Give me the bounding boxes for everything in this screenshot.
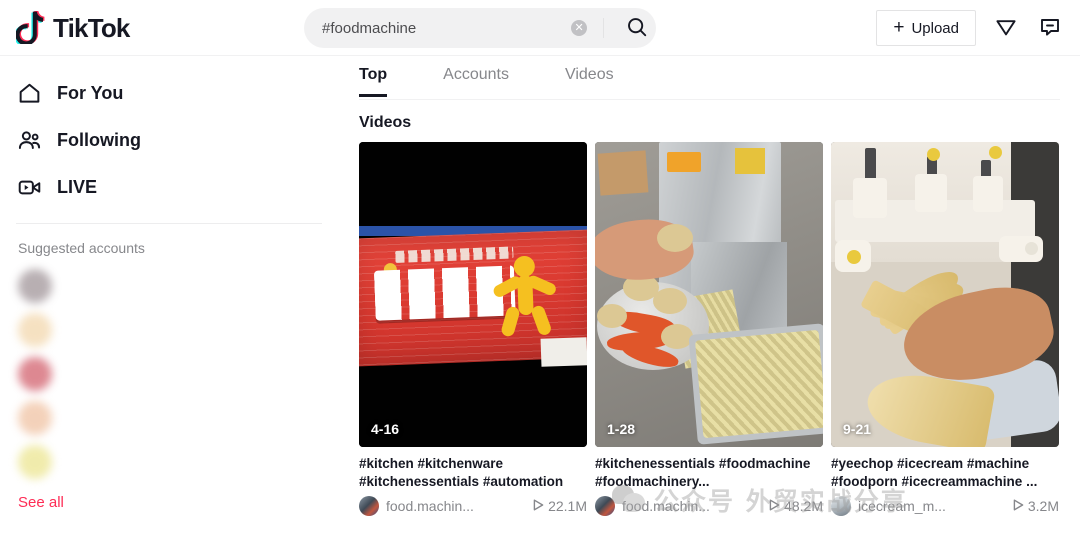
avatar <box>18 313 52 347</box>
avatar[interactable] <box>359 496 379 516</box>
video-views: 48.2M <box>769 498 823 514</box>
video-views: 22.1M <box>533 498 587 514</box>
video-caption: #kitchen #kitchenware #kitchenessentials… <box>359 456 564 489</box>
video-thumbnail[interactable]: 4-16 <box>359 142 587 447</box>
avatar <box>18 401 52 435</box>
avatar <box>18 445 52 479</box>
home-icon <box>16 80 43 107</box>
video-thumbnail[interactable]: 1-28 <box>595 142 823 447</box>
clear-search-icon[interactable]: ✕ <box>571 20 588 36</box>
list-item[interactable] <box>18 264 324 308</box>
messages-button[interactable] <box>1036 14 1064 42</box>
avatar[interactable] <box>595 496 615 516</box>
video-date-badge: 4-16 <box>371 421 400 437</box>
play-icon <box>769 498 780 514</box>
video-views: 3.2M <box>1013 498 1059 514</box>
video-meta: food.machin... 48.2M <box>595 496 823 516</box>
tiktok-logo[interactable]: TikTok <box>14 10 266 47</box>
search-button[interactable] <box>618 9 656 47</box>
avatar[interactable] <box>831 496 851 516</box>
play-icon <box>1013 498 1024 514</box>
search-results: Top Accounts Videos Videos 4-16 #kitchen… <box>340 56 1080 542</box>
tiktok-search-page: TikTok ✕ + Upload <box>0 0 1080 542</box>
sidebar-label-live: LIVE <box>57 177 98 197</box>
people-icon <box>16 127 43 154</box>
search-divider <box>603 18 605 38</box>
plus-icon: + <box>893 17 905 38</box>
play-icon <box>533 498 544 514</box>
search-bar[interactable]: ✕ <box>304 8 656 48</box>
video-date-badge: 1-28 <box>607 421 636 437</box>
upload-button[interactable]: + Upload <box>876 10 976 46</box>
video-card[interactable]: 9-21 #yeechop #icecream #machine #foodpo… <box>831 142 1059 516</box>
top-header: TikTok ✕ + Upload <box>0 0 1080 56</box>
tiktok-note-icon <box>14 10 46 47</box>
video-username[interactable]: food.machin... <box>622 498 762 514</box>
suggested-accounts-list <box>16 264 324 484</box>
tab-videos[interactable]: Videos <box>565 56 614 96</box>
left-sidebar: For You Following LIVE Suggested account… <box>0 56 340 542</box>
sidebar-item-for-you[interactable]: For You <box>16 70 324 117</box>
see-all-link[interactable]: See all <box>18 494 64 511</box>
video-card[interactable]: 4-16 #kitchen #kitchenware #kitchenessen… <box>359 142 587 516</box>
video-meta: icecream_m... 3.2M <box>831 496 1059 516</box>
video-username[interactable]: food.machin... <box>386 498 526 514</box>
upload-label: Upload <box>911 19 959 37</box>
sidebar-item-following[interactable]: Following <box>16 117 324 164</box>
views-count: 22.1M <box>548 498 587 514</box>
suggested-accounts-title: Suggested accounts <box>18 240 145 256</box>
list-item[interactable] <box>18 440 324 484</box>
avatar <box>18 357 52 391</box>
video-thumbnail[interactable]: 9-21 <box>831 142 1059 447</box>
sidebar-item-live[interactable]: LIVE <box>16 164 324 211</box>
views-count: 48.2M <box>784 498 823 514</box>
video-meta: food.machin... 22.1M <box>359 496 587 516</box>
avatar <box>18 269 52 303</box>
sidebar-divider <box>16 223 322 224</box>
tab-top[interactable]: Top <box>359 56 388 97</box>
sidebar-label-for-you: For You <box>57 83 124 103</box>
video-date-badge: 9-21 <box>843 421 872 437</box>
result-tabs: Top Accounts Videos <box>359 56 1060 100</box>
video-caption: #yeechop #icecream #machine #foodporn #i… <box>831 456 1038 489</box>
list-item[interactable] <box>18 352 324 396</box>
search-input[interactable] <box>322 10 572 46</box>
tab-accounts[interactable]: Accounts <box>443 56 509 96</box>
views-count: 3.2M <box>1027 498 1059 514</box>
paper-plane-icon <box>994 15 1018 42</box>
list-item[interactable] <box>18 308 324 352</box>
videos-section-title: Videos <box>359 114 412 131</box>
sidebar-label-following: Following <box>57 130 141 150</box>
message-bubble-icon <box>1038 15 1062 42</box>
search-icon <box>626 16 648 41</box>
video-username[interactable]: icecream_m... <box>858 498 1006 514</box>
video-card[interactable]: 1-28 #kitchenessentials #foodmachine #fo… <box>595 142 823 516</box>
header-actions: + Upload <box>876 0 1064 56</box>
video-grid: 4-16 #kitchen #kitchenware #kitchenessen… <box>359 142 1060 516</box>
list-item[interactable] <box>18 396 324 440</box>
tiktok-wordmark: TikTok <box>53 12 130 43</box>
inbox-button[interactable] <box>992 14 1020 42</box>
video-caption: #kitchenessentials #foodmachine #foodmac… <box>595 456 811 489</box>
live-video-icon <box>16 174 43 201</box>
